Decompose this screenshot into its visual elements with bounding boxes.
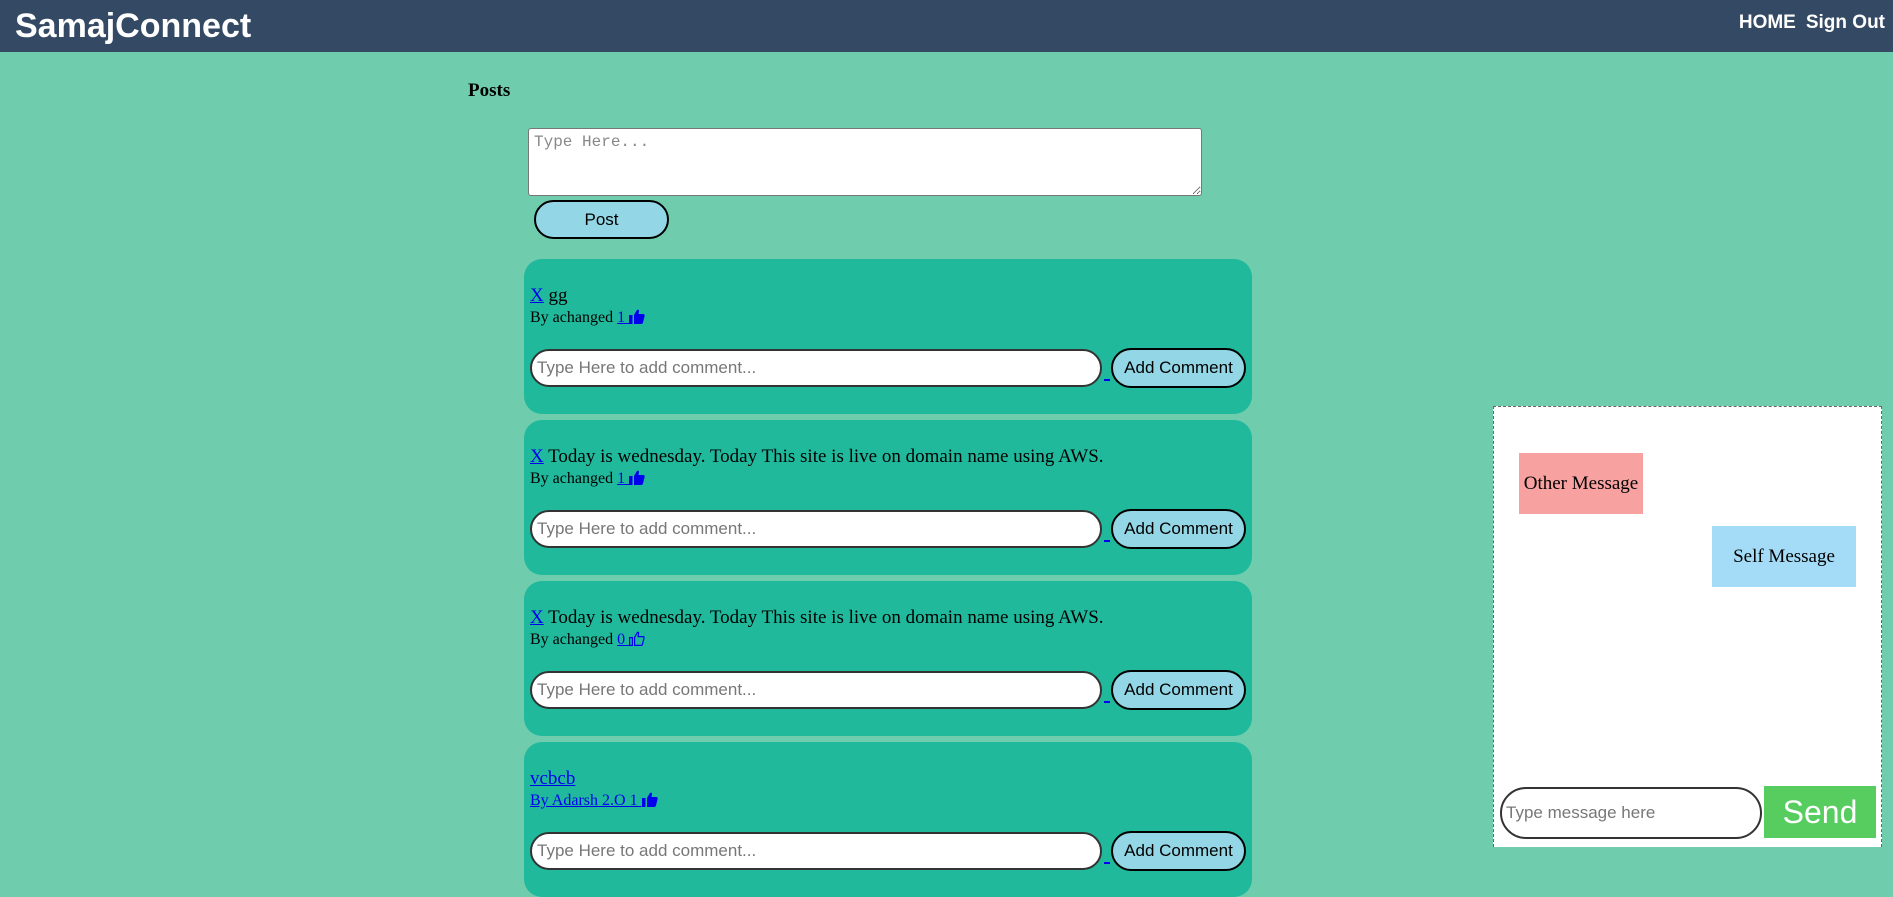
post-text: gg <box>548 285 568 306</box>
post-text-line: X Today is wednesday. Today This site is… <box>530 607 1104 629</box>
delete-post-link[interactable]: X <box>530 446 544 467</box>
top-navbar: SamajConnect HOME Sign Out <box>0 0 1893 52</box>
delete-post-link[interactable]: X <box>530 285 544 306</box>
add-comment-button[interactable]: Add Comment <box>1111 348 1246 388</box>
post-meta: By Adarsh 2.O 1 <box>530 792 658 810</box>
thumbs-up-filled-icon <box>641 792 658 807</box>
like-link[interactable]: 1 <box>617 309 645 326</box>
like-count: 0 <box>617 631 626 648</box>
post-card: vcbcb By Adarsh 2.O 1 Add Comment <box>524 742 1252 897</box>
post-button[interactable]: Post <box>534 200 669 239</box>
new-post-textarea[interactable] <box>528 128 1202 196</box>
add-comment-button[interactable]: Add Comment <box>1111 831 1246 871</box>
post-text-line: X Today is wednesday. Today This site is… <box>530 446 1104 468</box>
like-link[interactable]: 0 <box>617 631 645 648</box>
thumbs-up-outline-icon <box>629 631 645 646</box>
thumbs-up-filled-icon <box>629 470 645 485</box>
like-link[interactable]: 1 <box>617 470 645 487</box>
comment-link-underline <box>1104 540 1110 542</box>
post-text-line: vcbcb <box>530 768 575 790</box>
post-meta: By achanged 1 <box>530 470 645 488</box>
thumbs-up-filled-icon <box>629 309 645 324</box>
delete-post-link[interactable]: X <box>530 607 544 628</box>
post-text-line: X gg <box>530 285 567 307</box>
post-card: X Today is wednesday. Today This site is… <box>524 581 1252 736</box>
post-meta: By achanged 1 <box>530 309 645 327</box>
post-author-link[interactable]: By Adarsh 2.O 1 <box>530 792 658 809</box>
other-message-bubble: Other Message <box>1519 453 1643 514</box>
post-card: X gg By achanged 1 Add Comment <box>524 259 1252 414</box>
add-comment-button[interactable]: Add Comment <box>1111 509 1246 549</box>
post-text: Today is wednesday. Today This site is l… <box>548 607 1104 628</box>
post-author: By achanged <box>530 309 614 326</box>
post-card: X Today is wednesday. Today This site is… <box>524 420 1252 575</box>
self-message-bubble: Self Message <box>1712 526 1856 587</box>
chat-panel: Other Message Self Message Send <box>1493 406 1882 847</box>
like-count: 1 <box>617 470 626 487</box>
comment-input[interactable] <box>530 510 1102 548</box>
add-comment-button[interactable]: Add Comment <box>1111 670 1246 710</box>
posts-heading: Posts <box>468 80 511 101</box>
chat-message-input[interactable] <box>1500 787 1762 839</box>
top-nav: HOME Sign Out <box>1739 12 1885 34</box>
post-text-link[interactable]: vcbcb <box>530 768 575 789</box>
nav-home-link[interactable]: HOME <box>1739 12 1796 34</box>
post-author: By Adarsh 2.O <box>530 792 626 809</box>
send-button[interactable]: Send <box>1764 786 1876 838</box>
like-count: 1 <box>629 792 638 809</box>
comment-input[interactable] <box>530 349 1102 387</box>
post-author: By achanged <box>530 470 614 487</box>
post-text: Today is wednesday. Today This site is l… <box>548 446 1104 467</box>
comment-link-underline <box>1104 862 1110 864</box>
comment-link-underline <box>1104 701 1110 703</box>
post-author: By achanged <box>530 631 614 648</box>
like-count: 1 <box>617 309 626 326</box>
comment-input[interactable] <box>530 671 1102 709</box>
comment-input[interactable] <box>530 832 1102 870</box>
comment-link-underline <box>1104 379 1110 381</box>
post-meta: By achanged 0 <box>530 631 645 649</box>
brand-logo-text[interactable]: SamajConnect <box>15 9 251 43</box>
nav-sign-out-link[interactable]: Sign Out <box>1806 12 1885 34</box>
